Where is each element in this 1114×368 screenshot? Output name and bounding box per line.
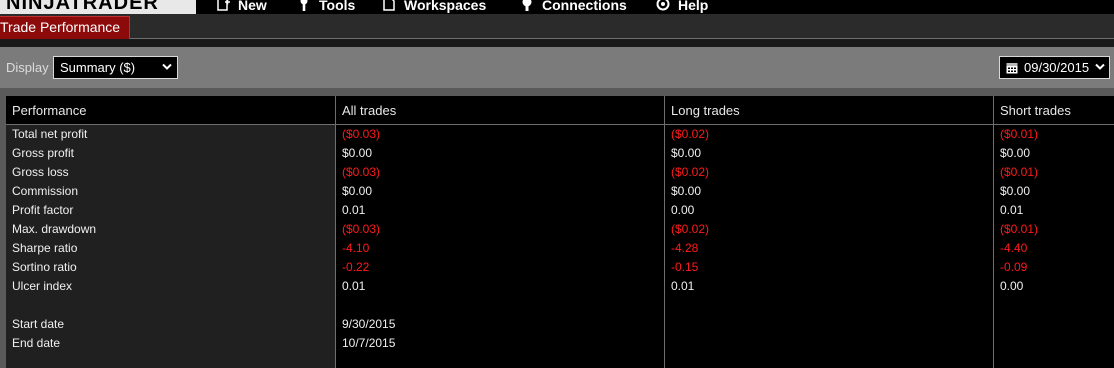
workspaces-icon bbox=[382, 0, 396, 11]
performance-grid: Performance All trades Long trades Short… bbox=[0, 95, 1114, 368]
cell-short-trades: $0.00 bbox=[1000, 146, 1031, 160]
cell-long-trades: ($0.02) bbox=[671, 165, 710, 179]
cell-short-trades: -0.09 bbox=[1000, 260, 1028, 274]
row-label: Gross profit bbox=[12, 146, 75, 160]
table-row[interactable]: Sortino ratio -0.22 -0.15 -0.09 bbox=[6, 258, 1114, 277]
cell-short-trades: 0.00 bbox=[1000, 279, 1024, 293]
row-label bbox=[6, 296, 12, 315]
cell-long-trades: ($0.02) bbox=[671, 222, 710, 236]
table-row[interactable]: End date 10/7/2015 bbox=[6, 334, 1114, 353]
menu-tools[interactable]: Tools bbox=[297, 0, 355, 14]
row-label: Sortino ratio bbox=[12, 260, 77, 274]
cell-all-trades: 10/7/2015 bbox=[342, 336, 396, 350]
cell-short-trades: 0.01 bbox=[1000, 203, 1024, 217]
cell-long-trades: 0.00 bbox=[671, 203, 695, 217]
table-row[interactable]: Sharpe ratio -4.10 -4.28 -4.40 bbox=[6, 239, 1114, 258]
column-header-all-trades[interactable]: All trades bbox=[336, 96, 664, 125]
row-label: Sharpe ratio bbox=[12, 241, 78, 255]
row-label: Gross loss bbox=[12, 165, 69, 179]
menu-connections-label: Connections bbox=[542, 0, 627, 13]
cell-all-trades bbox=[336, 296, 342, 315]
cell-all-trades: -4.10 bbox=[342, 241, 370, 255]
cell-short-trades: -4.40 bbox=[1000, 241, 1028, 255]
cell-all-trades: $0.00 bbox=[342, 184, 373, 198]
cell-short-trades: $0.00 bbox=[1000, 184, 1031, 198]
grid-body: Performance All trades Long trades Short… bbox=[6, 96, 1114, 368]
table-row[interactable]: Ulcer index 0.01 0.01 0.00 bbox=[6, 277, 1114, 296]
cell-all-trades: ($0.03) bbox=[342, 165, 381, 179]
menu-workspaces[interactable]: Workspaces bbox=[382, 0, 486, 14]
cell-all-trades: ($0.03) bbox=[342, 127, 381, 141]
menu-bar: NINJATRADER New Tools Workspaces Connect… bbox=[0, 0, 1114, 14]
row-label: Ulcer index bbox=[12, 279, 73, 293]
column-header-long-trades[interactable]: Long trades bbox=[665, 96, 993, 125]
display-select[interactable]: Summary ($) bbox=[53, 56, 178, 79]
cell-all-trades: 0.01 bbox=[342, 203, 366, 217]
row-label: Profit factor bbox=[12, 203, 74, 217]
cell-long-trades: 0.01 bbox=[671, 279, 695, 293]
spacer bbox=[0, 39, 1114, 47]
row-label: Start date bbox=[12, 317, 65, 331]
display-select-value: Summary ($) bbox=[60, 60, 136, 75]
cell-long-trades: -0.15 bbox=[671, 260, 699, 274]
table-row[interactable]: Gross loss ($0.03) ($0.02) ($0.01) bbox=[6, 163, 1114, 182]
table-row[interactable]: Total net profit ($0.03) ($0.02) ($0.01) bbox=[6, 125, 1114, 144]
table-row[interactable]: Gross profit $0.00 $0.00 $0.00 bbox=[6, 144, 1114, 163]
tools-icon bbox=[297, 0, 311, 11]
table-row[interactable]: Commission $0.00 $0.00 $0.00 bbox=[6, 182, 1114, 201]
cell-short-trades bbox=[994, 315, 1000, 334]
cell-long-trades bbox=[665, 315, 671, 334]
menu-new[interactable]: New bbox=[216, 0, 267, 14]
menu-help-label: Help bbox=[678, 0, 709, 13]
row-label: Commission bbox=[12, 184, 79, 198]
cell-long-trades: $0.00 bbox=[671, 146, 702, 160]
cell-all-trades: -0.22 bbox=[342, 260, 370, 274]
spacer bbox=[0, 88, 1114, 95]
column-header-short-trades[interactable]: Short trades bbox=[994, 96, 1114, 125]
cell-short-trades bbox=[994, 296, 1000, 315]
row-label: End date bbox=[12, 336, 61, 350]
cell-all-trades: $0.00 bbox=[342, 146, 373, 160]
help-icon bbox=[656, 0, 670, 11]
menu-connections[interactable]: Connections bbox=[520, 0, 627, 14]
cell-all-trades: ($0.03) bbox=[342, 222, 381, 236]
menu-tools-label: Tools bbox=[319, 0, 356, 13]
new-icon bbox=[216, 0, 230, 11]
chevron-down-icon bbox=[1095, 63, 1105, 70]
cell-short-trades bbox=[994, 334, 1000, 353]
menu-new-label: New bbox=[238, 0, 267, 13]
toolbar: Display Summary ($) 09/30/2015 bbox=[0, 47, 1114, 88]
table-row[interactable]: Start date 9/30/2015 bbox=[6, 315, 1114, 334]
row-label: Max. drawdown bbox=[12, 222, 97, 236]
app-logo: NINJATRADER bbox=[0, 0, 196, 14]
cell-long-trades bbox=[665, 334, 671, 353]
tab-trade-performance[interactable]: Trade Performance bbox=[0, 16, 131, 39]
menu-workspaces-label: Workspaces bbox=[404, 0, 487, 13]
cell-all-trades: 0.01 bbox=[342, 279, 366, 293]
column-header-performance[interactable]: Performance bbox=[6, 96, 335, 125]
table-row[interactable]: Max. drawdown ($0.03) ($0.02) ($0.01) bbox=[6, 220, 1114, 239]
row-label: Total net profit bbox=[12, 127, 88, 141]
cell-short-trades: ($0.01) bbox=[1000, 222, 1039, 236]
cell-all-trades: 9/30/2015 bbox=[342, 317, 396, 331]
cell-long-trades: -4.28 bbox=[671, 241, 699, 255]
connections-icon bbox=[520, 0, 534, 11]
cell-short-trades: ($0.01) bbox=[1000, 165, 1039, 179]
date-picker[interactable]: 09/30/2015 bbox=[999, 56, 1110, 79]
menu-help[interactable]: Help bbox=[656, 0, 708, 14]
calendar-icon bbox=[1006, 63, 1018, 74]
tab-strip: Trade Performance bbox=[0, 14, 1114, 39]
chevron-down-icon bbox=[162, 63, 172, 70]
cell-long-trades: $0.00 bbox=[671, 184, 702, 198]
cell-long-trades: ($0.02) bbox=[671, 127, 710, 141]
cell-long-trades bbox=[665, 296, 671, 315]
table-row[interactable] bbox=[6, 296, 1114, 315]
date-picker-value: 09/30/2015 bbox=[1024, 60, 1090, 75]
grid-header: Performance All trades Long trades Short… bbox=[6, 96, 1114, 125]
display-label: Display bbox=[6, 60, 49, 75]
table-row[interactable]: Profit factor 0.01 0.00 0.01 bbox=[6, 201, 1114, 220]
cell-short-trades: ($0.01) bbox=[1000, 127, 1039, 141]
